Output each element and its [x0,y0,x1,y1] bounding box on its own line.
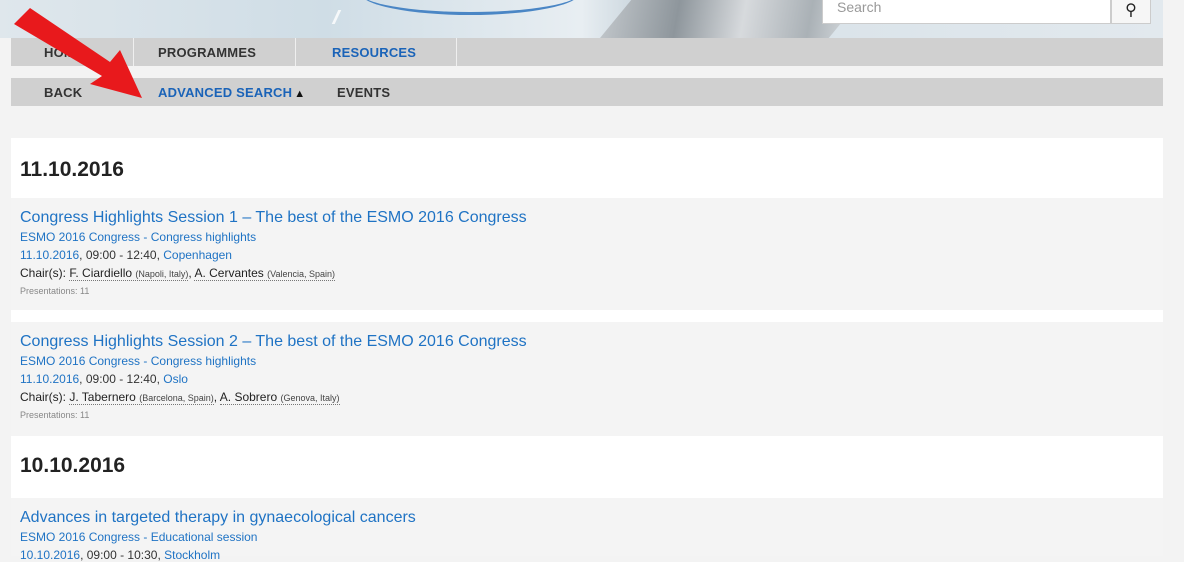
session-date-link[interactable]: 11.10.2016 [20,248,79,262]
date-heading: 11.10.2016 [20,158,124,181]
nav-item-programmes[interactable]: PROGRAMMES [134,38,296,66]
results-panel: 11.10.2016 Congress Highlights Session 1… [11,138,1163,562]
primary-nav: HOME PROGRAMMES RESOURCES [11,38,1163,66]
session-time-text: , 09:00 - 10:30, [80,548,165,562]
session-location-link[interactable]: Copenhagen [163,248,232,262]
presentations-count: Presentations: 11 [20,410,90,420]
nav-item-resources[interactable]: RESOURCES [296,38,456,66]
chairs-label: Chair(s): [20,390,67,404]
nav-item-events[interactable]: EVENTS [337,78,390,106]
session-time: 10.10.2016, 09:00 - 10:30, Stockholm [20,548,220,562]
chair-person-link[interactable]: J. Tabernero (Barcelona, Spain) [69,390,214,405]
chair-person-link[interactable]: F. Ciardiello (Napoli, Italy) [69,266,189,281]
secondary-nav: BACK ADVANCED SEARCH ▲ EVENTS [11,78,1163,106]
search-button[interactable]: ⚲ [1111,0,1151,24]
session-time-text: , 09:00 - 12:40, [79,248,164,262]
session-card: Congress Highlights Session 2 – The best… [11,322,1163,436]
session-time: 11.10.2016, 09:00 - 12:40, Oslo [20,372,188,386]
session-location-link[interactable]: Oslo [163,372,188,386]
chair-person-link[interactable]: A. Sobrero (Genova, Italy) [219,390,340,405]
session-title-link[interactable]: Congress Highlights Session 2 – The best… [20,333,527,351]
nav-item-advanced-search[interactable]: ADVANCED SEARCH ▲ [158,78,305,106]
session-location-link[interactable]: Stockholm [164,548,220,562]
caret-up-icon: ▲ [294,88,306,100]
advanced-search-label: ADVANCED SEARCH [158,85,293,100]
session-card: Congress Highlights Session 1 – The best… [11,198,1163,310]
chairs-label: Chair(s): [20,266,67,280]
search-input[interactable]: Search [822,0,1111,24]
search-icon: ⚲ [1125,2,1137,19]
session-category-link[interactable]: ESMO 2016 Congress - Congress highlights [20,354,256,368]
session-chairs: Chair(s): F. Ciardiello (Napoli, Italy),… [20,266,336,281]
banner-decoration [360,0,580,15]
page-gutter [1163,0,1184,556]
nav-item-home[interactable]: HOME [11,38,134,66]
session-date-link[interactable]: 10.10.2016 [20,548,80,562]
session-category-link[interactable]: ESMO 2016 Congress - Educational session [20,530,257,544]
session-time: 11.10.2016, 09:00 - 12:40, Copenhagen [20,248,232,262]
banner-photo [600,0,860,38]
chair-person-link[interactable]: A. Cervantes (Valencia, Spain) [194,266,336,281]
session-card: Advances in targeted therapy in gynaecol… [11,498,1163,562]
nav-divider [456,38,457,66]
session-time-text: , 09:00 - 12:40, [79,372,164,386]
session-category-link[interactable]: ESMO 2016 Congress - Congress highlights [20,230,256,244]
presentations-count: Presentations: 11 [20,286,90,296]
nav-item-back[interactable]: BACK [44,78,82,106]
session-title-link[interactable]: Advances in targeted therapy in gynaecol… [20,509,416,527]
session-title-link[interactable]: Congress Highlights Session 1 – The best… [20,209,527,227]
session-date-link[interactable]: 11.10.2016 [20,372,79,386]
banner-chevron-shape [331,10,352,24]
date-heading: 10.10.2016 [20,454,126,477]
session-chairs: Chair(s): J. Tabernero (Barcelona, Spain… [20,390,340,405]
